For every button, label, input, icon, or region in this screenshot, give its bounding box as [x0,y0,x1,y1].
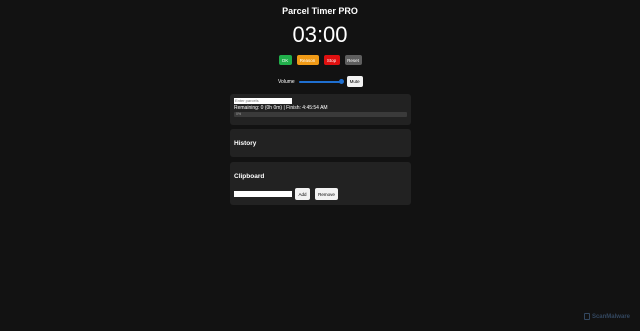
scanmalware-logo-icon [583,313,590,320]
volume-slider-thumb[interactable] [338,78,344,84]
mute-button[interactable]: Mute [346,76,363,87]
volume-label: Volume [278,78,295,85]
history-heading: History [234,140,257,147]
reason-button[interactable]: Reason [296,55,319,65]
progress-bar: 0% [234,112,407,117]
add-button[interactable]: Add [295,188,310,200]
clipboard-heading: Clipboard [234,173,265,180]
ok-button[interactable]: OK [278,55,292,65]
clipboard-card: Clipboard Add Remove [230,162,411,205]
clipboard-input[interactable] [234,191,292,197]
watermark: ScanMalware [583,313,630,320]
remaining-text: Remaining: 0 (0h 0m) | Finish: 4:45:54 A… [234,105,328,111]
volume-slider-track [298,80,343,83]
timer-display: 03:00 [292,22,348,47]
stop-button[interactable]: Stop [323,55,340,65]
remove-button[interactable]: Remove [315,188,338,200]
app-title: Parcel Timer PRO [282,6,358,16]
volume-row: Volume Mute [278,76,363,87]
progress-text: 0% [236,112,242,116]
timer-controls: OK Reason Stop Reset [0,55,640,65]
volume-slider[interactable] [298,78,344,84]
watermark-text: ScanMalware [591,313,630,320]
parcels-input[interactable] [234,98,292,104]
history-card: History [230,129,411,157]
parcels-card: Remaining: 0 (0h 0m) | Finish: 4:45:54 A… [230,94,411,125]
reset-button[interactable]: Reset [344,55,362,65]
